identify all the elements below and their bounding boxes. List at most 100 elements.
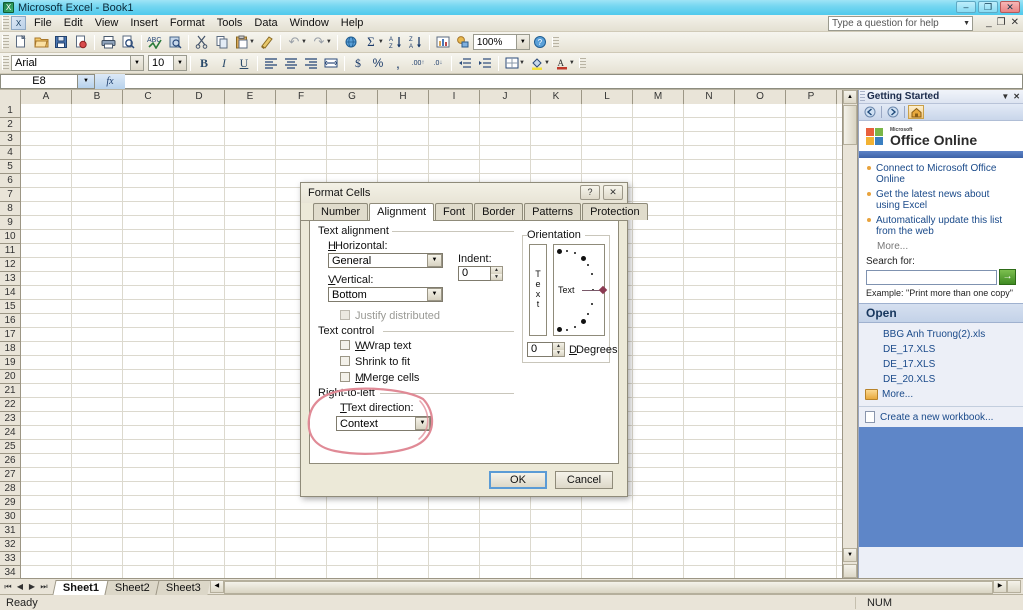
scroll-left-icon[interactable]: ◀ xyxy=(209,580,224,593)
cell-M18[interactable] xyxy=(633,342,684,356)
cell-J3[interactable] xyxy=(480,132,531,146)
cell-D15[interactable] xyxy=(174,300,225,314)
cell-B19[interactable] xyxy=(72,356,123,370)
cell-E30[interactable] xyxy=(225,510,276,524)
open-more-link[interactable]: More... xyxy=(859,387,1023,402)
row-header-28[interactable]: 28 xyxy=(0,482,20,496)
cell-A31[interactable] xyxy=(21,524,72,538)
cell-N31[interactable] xyxy=(684,524,735,538)
cell-F30[interactable] xyxy=(276,510,327,524)
cell-F5[interactable] xyxy=(276,160,327,174)
spelling-icon[interactable]: ABC xyxy=(145,33,165,52)
cell-D4[interactable] xyxy=(174,146,225,160)
orientation-tick[interactable] xyxy=(566,250,568,252)
chart-wizard-icon[interactable] xyxy=(433,33,453,52)
degrees-spinner[interactable]: 0 ▲ ▼ xyxy=(527,342,565,357)
zoom-dropdown-icon[interactable]: ▼ xyxy=(516,34,530,50)
cell-I5[interactable] xyxy=(429,160,480,174)
cell-C33[interactable] xyxy=(123,552,174,566)
cell-A4[interactable] xyxy=(21,146,72,160)
vertical-scrollbar[interactable]: ▲ ▼ xyxy=(842,90,857,578)
cell-C24[interactable] xyxy=(123,426,174,440)
horizontal-scrollbar[interactable]: ◀ ▶ xyxy=(209,580,1021,594)
cell-P6[interactable] xyxy=(786,174,837,188)
cell-C19[interactable] xyxy=(123,356,174,370)
orientation-tick[interactable] xyxy=(591,273,593,275)
cell-K4[interactable] xyxy=(531,146,582,160)
cell-P29[interactable] xyxy=(786,496,837,510)
cell-P4[interactable] xyxy=(786,146,837,160)
cell-C1[interactable] xyxy=(123,104,174,118)
cell-E32[interactable] xyxy=(225,538,276,552)
orientation-tick[interactable] xyxy=(591,303,593,305)
row-header-7[interactable]: 7 xyxy=(0,188,20,202)
cell-C14[interactable] xyxy=(123,286,174,300)
sheet-tab-sheet2[interactable]: Sheet2 xyxy=(104,579,160,595)
cell-E19[interactable] xyxy=(225,356,276,370)
horizontal-scroll-track[interactable] xyxy=(223,580,993,594)
row-header-14[interactable]: 14 xyxy=(0,286,20,300)
cell-E10[interactable] xyxy=(225,230,276,244)
cell-F4[interactable] xyxy=(276,146,327,160)
cell-O20[interactable] xyxy=(735,370,786,384)
cell-O18[interactable] xyxy=(735,342,786,356)
cell-A21[interactable] xyxy=(21,384,72,398)
column-header-f[interactable]: F xyxy=(276,90,327,104)
cell-N21[interactable] xyxy=(684,384,735,398)
row-header-29[interactable]: 29 xyxy=(0,496,20,510)
cell-B14[interactable] xyxy=(72,286,123,300)
cell-C34[interactable] xyxy=(123,566,174,578)
cell-C22[interactable] xyxy=(123,398,174,412)
cell-P15[interactable] xyxy=(786,300,837,314)
cell-B11[interactable] xyxy=(72,244,123,258)
cell-M6[interactable] xyxy=(633,174,684,188)
redo-icon[interactable]: ↷ xyxy=(309,33,329,52)
cut-icon[interactable] xyxy=(192,33,212,52)
formatting-toolbar-grip[interactable] xyxy=(2,56,9,70)
cell-C12[interactable] xyxy=(123,258,174,272)
cell-C9[interactable] xyxy=(123,216,174,230)
cell-C25[interactable] xyxy=(123,440,174,454)
name-box[interactable]: E8 xyxy=(0,74,78,89)
drawing-icon[interactable] xyxy=(453,33,473,52)
hyperlink-icon[interactable] xyxy=(341,33,361,52)
currency-icon[interactable]: $ xyxy=(348,54,368,73)
cell-O32[interactable] xyxy=(735,538,786,552)
save-icon[interactable] xyxy=(51,33,71,52)
cell-A1[interactable] xyxy=(21,104,72,118)
scroll-up-icon[interactable]: ▲ xyxy=(843,90,857,104)
merge-and-center-icon[interactable] xyxy=(321,54,341,73)
cell-N20[interactable] xyxy=(684,370,735,384)
cell-M24[interactable] xyxy=(633,426,684,440)
cell-N8[interactable] xyxy=(684,202,735,216)
cell-A3[interactable] xyxy=(21,132,72,146)
cell-N30[interactable] xyxy=(684,510,735,524)
cell-L4[interactable] xyxy=(582,146,633,160)
tab-patterns[interactable]: Patterns xyxy=(524,203,582,220)
cell-J1[interactable] xyxy=(480,104,531,118)
cell-A29[interactable] xyxy=(21,496,72,510)
menu-view[interactable]: View xyxy=(89,16,125,30)
cell-I29[interactable] xyxy=(429,496,480,510)
column-header-n[interactable]: N xyxy=(684,90,735,104)
cell-B30[interactable] xyxy=(72,510,123,524)
cell-C8[interactable] xyxy=(123,202,174,216)
cell-M16[interactable] xyxy=(633,314,684,328)
cell-H29[interactable] xyxy=(378,496,429,510)
cell-H3[interactable] xyxy=(378,132,429,146)
cell-O3[interactable] xyxy=(735,132,786,146)
cell-B25[interactable] xyxy=(72,440,123,454)
cell-E3[interactable] xyxy=(225,132,276,146)
cell-A19[interactable] xyxy=(21,356,72,370)
cell-A20[interactable] xyxy=(21,370,72,384)
permission-icon[interactable] xyxy=(71,33,91,52)
cell-P30[interactable] xyxy=(786,510,837,524)
row-header-11[interactable]: 11 xyxy=(0,244,20,258)
scroll-down-icon[interactable]: ▼ xyxy=(843,548,857,562)
column-header-g[interactable]: G xyxy=(327,90,378,104)
cell-N9[interactable] xyxy=(684,216,735,230)
cell-A9[interactable] xyxy=(21,216,72,230)
checkbox-box[interactable] xyxy=(340,372,350,382)
degrees-input[interactable]: 0 xyxy=(527,342,553,357)
shrink-to-fit-checkbox[interactable]: Shrink to fit xyxy=(340,356,410,368)
